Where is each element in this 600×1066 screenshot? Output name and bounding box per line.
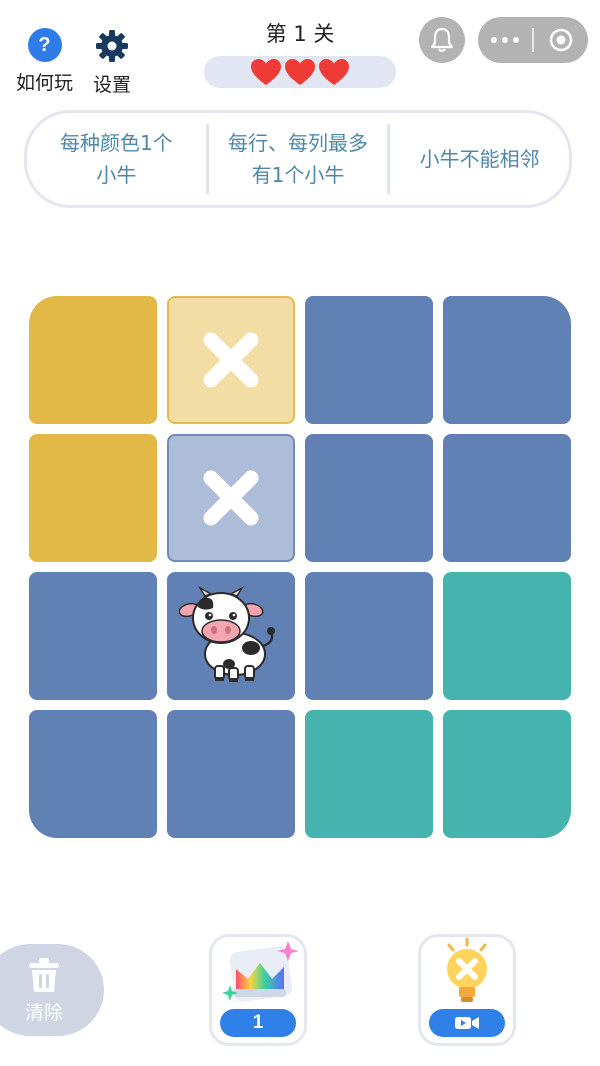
video-icon (455, 1017, 479, 1029)
trash-icon (29, 957, 59, 992)
mini-program-capsule (478, 17, 588, 63)
gear-icon (96, 30, 129, 62)
watch-video-badge (429, 1009, 505, 1037)
board-cell-r3c3[interactable] (305, 572, 433, 700)
lives-indicator (204, 56, 396, 88)
rule-text: 每种颜色1个 (59, 131, 173, 155)
heart-icon (285, 59, 315, 85)
rule-text: 有1个小牛 (251, 163, 345, 187)
board-cell-r3c4[interactable] (443, 572, 571, 700)
level-header: 第 1 关 (204, 18, 396, 88)
board-cell-r1c4[interactable] (443, 296, 571, 424)
heart-icon (251, 59, 281, 85)
board-cell-r2c1[interactable] (29, 434, 157, 562)
settings-label: 设置 (93, 74, 132, 96)
board-cell-r1c2[interactable] (167, 296, 295, 424)
settings-button[interactable]: 设置 (93, 28, 131, 97)
help-icon: ? (27, 28, 62, 62)
board-cell-r1c3[interactable] (305, 296, 433, 424)
cross-mark-icon (203, 470, 259, 526)
rainbow-count-badge: 1 (220, 1009, 296, 1037)
board-cell-r2c3[interactable] (305, 434, 433, 562)
hint-tool-button[interactable] (418, 934, 516, 1046)
top-left-actions: ? 如何玩 设置 (16, 28, 131, 97)
rules-panel: 每种颜色1个 小牛 每行、每列最多 有1个小牛 小牛不能相邻 (24, 110, 572, 208)
board-cell-r4c4[interactable] (443, 710, 571, 838)
bell-icon (430, 27, 454, 53)
board-cell-r4c3[interactable] (305, 710, 433, 838)
heart-icon (319, 59, 349, 85)
board-cell-r3c1[interactable] (29, 572, 157, 700)
notification-button[interactable] (419, 17, 465, 63)
board-cell-r2c2[interactable] (167, 434, 295, 562)
more-dots-icon[interactable] (478, 37, 532, 43)
cross-mark-icon (203, 332, 259, 388)
close-mini-program-button[interactable] (534, 27, 588, 53)
target-circle-icon (549, 28, 573, 52)
rule-text: 每行、每列最多 (228, 131, 368, 155)
game-board (29, 296, 571, 838)
board-cell-r3c2[interactable] (167, 572, 295, 700)
clear-button[interactable]: 清除 (0, 944, 104, 1036)
rule-text: 小牛不能相邻 (419, 147, 540, 171)
rainbow-crown-icon (222, 941, 299, 1002)
board-cell-r4c2[interactable] (167, 710, 295, 838)
clear-label: 清除 (24, 1001, 63, 1024)
rule-row-column: 每行、每列最多 有1个小牛 (209, 127, 388, 191)
lightbulb-x-icon (447, 937, 487, 1002)
how-to-play-label: 如何玩 (16, 72, 74, 94)
cow-icon (179, 586, 275, 682)
board-cell-r1c1[interactable] (29, 296, 157, 424)
level-title: 第 1 关 (265, 22, 335, 46)
board-cell-r4c1[interactable] (29, 710, 157, 838)
rainbow-tool-button[interactable]: 1 (209, 934, 307, 1046)
how-to-play-button[interactable]: ? 如何玩 (16, 28, 73, 97)
rule-one-per-color: 每种颜色1个 小牛 (27, 127, 206, 191)
rule-text: 小牛 (96, 163, 137, 187)
rule-no-adjacent: 小牛不能相邻 (390, 143, 569, 175)
board-cell-r2c4[interactable] (443, 434, 571, 562)
